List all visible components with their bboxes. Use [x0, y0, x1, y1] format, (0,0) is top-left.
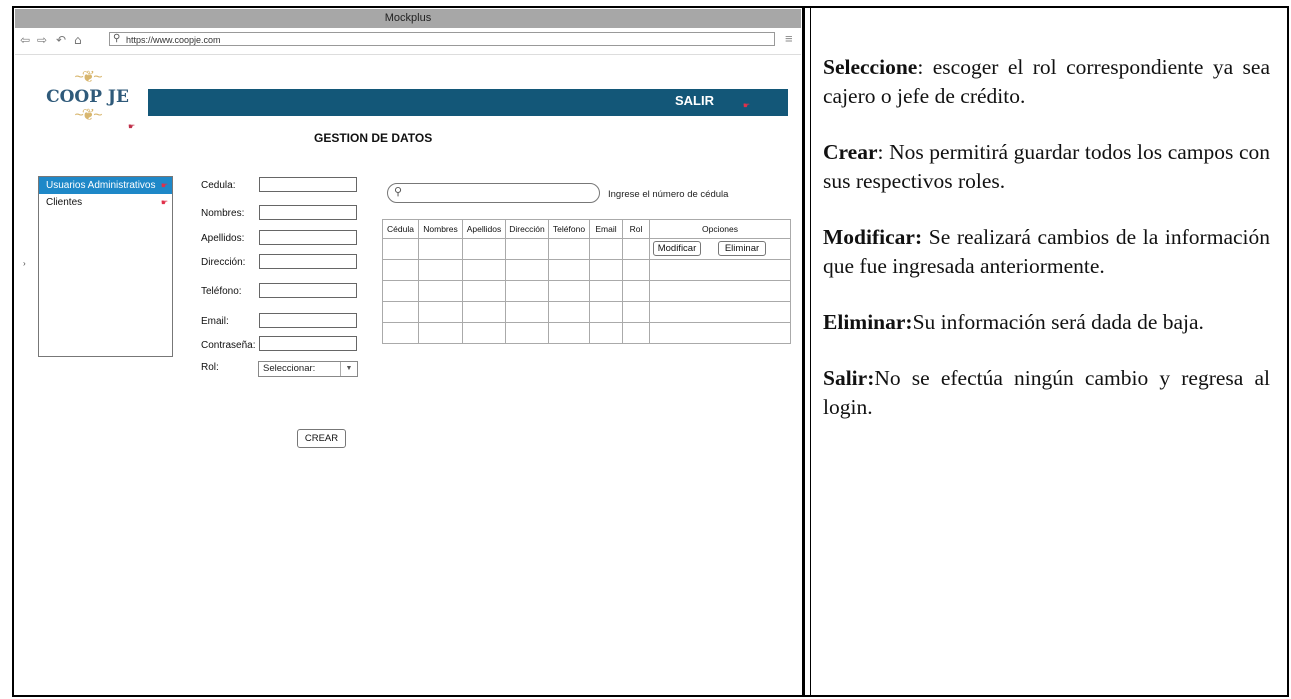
refresh-icon[interactable]: ↶: [56, 33, 66, 47]
column-header: Apellidos: [462, 219, 506, 239]
column-header: Email: [589, 219, 623, 239]
cedula-field[interactable]: [259, 177, 357, 192]
pointer-icon: ☛: [742, 101, 750, 110]
explanation-modify: Modificar: Se realizará cambios de la in…: [823, 223, 1270, 281]
sidebar-item-label: Clientes: [46, 197, 83, 208]
column-header: Cédula: [382, 219, 419, 239]
page-title: GESTION DE DATOS: [314, 131, 433, 145]
contrasena-label: Contraseña:: [201, 340, 256, 351]
logo-text: COOP JE: [46, 87, 129, 107]
direccion-label: Dirección:: [201, 257, 246, 268]
table-row: [382, 301, 791, 323]
column-divider-inner: [810, 6, 811, 697]
search-icon: ⚲: [394, 186, 403, 198]
table-row: Modificar Eliminar: [382, 238, 791, 260]
description: Nos permitirá guardar todos los campos c…: [823, 140, 1270, 193]
term: Crear: [823, 140, 878, 164]
explanation-select: Seleccione: escoger el rol correspondien…: [823, 53, 1270, 111]
column-header: Rol: [622, 219, 650, 239]
sidebar-item-usuarios[interactable]: Usuarios Administrativos ☛: [39, 177, 172, 194]
telefono-field[interactable]: [259, 283, 357, 298]
term: Salir:: [823, 366, 875, 390]
sidebar-item-clientes[interactable]: Clientes ☛: [39, 194, 172, 211]
contrasena-field[interactable]: [259, 336, 357, 351]
browser-toolbar: ⇦ ⇨ ↶ ⌂ ⚲ https://www.coopje.com ≡: [15, 28, 801, 55]
pointer-icon: ☛: [160, 198, 168, 207]
column-header: Nombres: [418, 219, 463, 239]
sidebar: Usuarios Administrativos ☛ Clientes ☛: [38, 176, 173, 357]
logout-button[interactable]: SALIR: [675, 93, 714, 108]
menu-icon[interactable]: ≡: [785, 31, 793, 46]
pointer-icon: ☛: [128, 122, 136, 131]
delete-button[interactable]: Eliminar: [718, 241, 766, 256]
logo: ~❦~ COOP JE ~❦~ ☛: [45, 69, 135, 132]
explanation-logout: Salir:No se efectúa ningún cambio y regr…: [823, 364, 1270, 422]
ornament-bottom-icon: ~❦~: [74, 107, 102, 124]
rol-select-value: Seleccionar:: [263, 363, 316, 374]
table-row: [382, 322, 791, 344]
apellidos-field[interactable]: [259, 230, 357, 245]
options-cell: Modificar Eliminar: [649, 238, 791, 260]
search-icon: ⚲: [113, 33, 121, 44]
search-hint: Ingrese el número de cédula: [608, 189, 729, 200]
header-bar: SALIR ☛: [148, 89, 788, 116]
collapse-handle-icon[interactable]: ›: [23, 259, 26, 268]
sidebar-item-label: Usuarios Administrativos: [46, 180, 156, 191]
rol-label: Rol:: [201, 362, 219, 373]
column-header: Dirección: [505, 219, 549, 239]
search-input[interactable]: ⚲: [387, 183, 600, 203]
app-title: Mockplus: [384, 12, 432, 24]
explanation-delete: Eliminar:Su información será dada de baj…: [823, 308, 1270, 337]
email-field[interactable]: [259, 313, 357, 328]
table-row: [382, 259, 791, 281]
column-header: Teléfono: [548, 219, 590, 239]
term: Eliminar:: [823, 310, 913, 334]
table-row: [382, 280, 791, 302]
modify-button[interactable]: Modificar: [653, 241, 701, 256]
email-label: Email:: [201, 316, 229, 327]
ornament-top-icon: ~❦~: [74, 69, 102, 86]
chevron-down-icon: ▼: [340, 362, 357, 376]
browser-title-bar: Mockplus: [15, 9, 801, 28]
description: No se efectúa ningún cambio y regresa al…: [823, 366, 1270, 419]
apellidos-label: Apellidos:: [201, 233, 245, 244]
explanations: Seleccione: escoger el rol correspondien…: [823, 53, 1270, 449]
column-header: Opciones: [649, 219, 791, 239]
address-bar[interactable]: ⚲ https://www.coopje.com: [109, 32, 775, 46]
telefono-label: Teléfono:: [201, 286, 242, 297]
home-icon[interactable]: ⌂: [74, 33, 82, 47]
direccion-field[interactable]: [259, 254, 357, 269]
rol-select[interactable]: Seleccionar: ▼: [258, 361, 358, 377]
cedula-label: Cedula:: [201, 180, 236, 191]
pointer-icon: ☛: [160, 181, 168, 190]
nombres-label: Nombres:: [201, 208, 245, 219]
explanation-create: Crear: Nos permitirá guardar todos los c…: [823, 138, 1270, 196]
term: Seleccione: [823, 55, 918, 79]
data-table: Cédula Nombres Apellidos Dirección Teléf…: [382, 219, 791, 344]
column-divider: [802, 6, 805, 697]
url-text: https://www.coopje.com: [126, 35, 221, 45]
table-header-row: Cédula Nombres Apellidos Dirección Teléf…: [382, 219, 791, 239]
nombres-field[interactable]: [259, 205, 357, 220]
back-icon[interactable]: ⇦: [20, 33, 30, 47]
term: Modificar:: [823, 225, 923, 249]
description: Su información será dada de baja.: [912, 310, 1204, 334]
create-button[interactable]: CREAR: [297, 429, 346, 448]
forward-icon[interactable]: ⇨: [37, 33, 47, 47]
